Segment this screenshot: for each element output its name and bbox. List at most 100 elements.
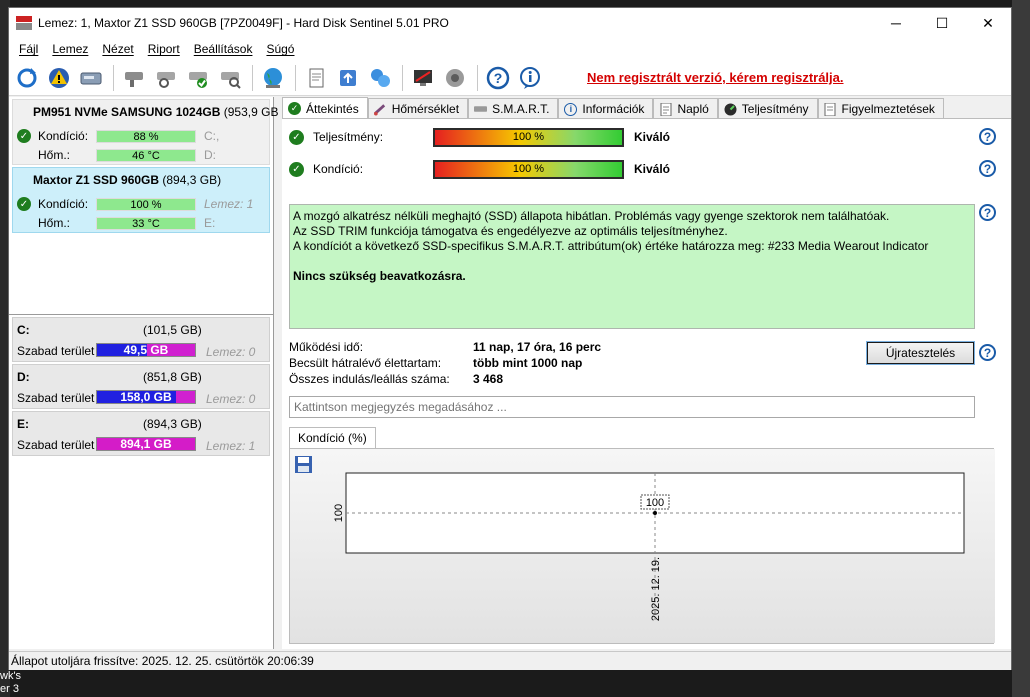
maximize-button[interactable]: ☐	[919, 8, 965, 38]
drive-letters: E:	[204, 216, 216, 230]
help-icon[interactable]: ?	[979, 204, 996, 221]
performance-label: Teljesítmény:	[313, 130, 384, 144]
health-bar: 100 %	[433, 159, 624, 179]
disk-test-icon[interactable]	[151, 63, 181, 93]
y-tick-label: 100	[333, 504, 345, 522]
disk-icon	[474, 103, 488, 116]
disk-tool-icon[interactable]	[119, 63, 149, 93]
condition-chart: 100 100 2025. 12. 19.	[333, 472, 965, 623]
network-icon[interactable]	[365, 63, 395, 93]
toolbar-separator	[295, 64, 296, 91]
warning-doc-icon	[824, 102, 837, 116]
log-icon	[659, 102, 672, 116]
temperature-label: Hőm.:	[38, 148, 71, 162]
disk-number: Lemez: 1	[206, 439, 256, 453]
check-icon: ✓	[17, 197, 31, 211]
tab-information[interactable]: i Információk	[558, 98, 654, 119]
toolbar-separator	[252, 64, 253, 91]
performance-icon	[724, 103, 737, 116]
volume-card-e[interactable]: E: (894,3 GB) Szabad terület 894,1 GB Le…	[12, 411, 270, 456]
menu-view[interactable]: Nézet	[95, 42, 140, 56]
tab-overview[interactable]: ✓ Áttekintés	[282, 97, 368, 119]
report-icon[interactable]	[301, 63, 331, 93]
toolbar: ? Nem regisztrált verzió, kérem regisztr…	[9, 60, 1011, 96]
thermometer-icon	[373, 103, 387, 116]
temperature-label: Hőm.:	[38, 216, 71, 230]
toolbar-separator	[113, 64, 114, 91]
refresh-icon[interactable]	[12, 63, 42, 93]
note-input[interactable]	[289, 396, 975, 418]
free-space-label: Szabad terület	[17, 438, 95, 452]
help-icon[interactable]: ?	[979, 160, 996, 177]
desktop-icon-label[interactable]: wk's er 3	[0, 670, 60, 696]
condition-label: Kondíció:	[38, 197, 89, 211]
disk-check-icon[interactable]	[183, 63, 213, 93]
free-space-bar: 894,1 GB	[96, 437, 196, 451]
status-bar: Állapot utoljára frissítve: 2025. 12. 25…	[9, 651, 1011, 670]
startstop-row: Összes indulás/leállás száma: 3 468	[289, 372, 504, 386]
performance-rating: Kiváló	[634, 130, 671, 144]
globe-icon[interactable]	[258, 63, 288, 93]
disk-name: PM951 NVMe SAMSUNG 1024GB (953,9 GB	[33, 105, 279, 119]
drive-letters: D:	[204, 148, 216, 162]
toolbar-separator	[477, 64, 478, 91]
performance-bar: 100 %	[433, 127, 624, 147]
health-label: Kondíció:	[313, 162, 364, 176]
svg-text:?: ?	[494, 70, 503, 86]
tab-temperature[interactable]: Hőmérséklet	[367, 98, 469, 119]
x-tick-label: 2025. 12. 19.	[650, 557, 662, 621]
free-space-label: Szabad terület	[17, 344, 95, 358]
menu-report[interactable]: Riport	[141, 42, 187, 56]
check-icon: ✓	[289, 161, 304, 177]
uptime-row: Működési idő: 11 nap, 17 óra, 16 perc	[289, 340, 602, 354]
info-icon: i	[564, 102, 578, 116]
info-icon[interactable]	[515, 63, 545, 93]
help-icon[interactable]: ?	[979, 344, 996, 361]
close-button[interactable]: ✕	[965, 8, 1011, 38]
tab-smart[interactable]: S.M.A.R.T.	[468, 98, 559, 119]
disk-number: Lemez: 0	[206, 345, 256, 359]
app-icon	[16, 16, 32, 30]
menu-settings[interactable]: Beállítások	[187, 42, 260, 56]
alert-disk-icon[interactable]	[44, 63, 74, 93]
menu-disk[interactable]: Lemez	[45, 42, 95, 56]
volume-letter: D:	[17, 370, 30, 384]
menu-file[interactable]: Fájl	[12, 42, 45, 56]
save-icon[interactable]	[295, 456, 312, 473]
register-link[interactable]: Nem regisztrált verzió, kérem regisztrál…	[587, 70, 844, 85]
chart-tab-condition[interactable]: Kondíció (%)	[289, 427, 376, 449]
retest-button[interactable]: Újratesztelés	[866, 341, 975, 365]
tab-log[interactable]: Napló	[653, 98, 718, 119]
volume-card-d[interactable]: D: (851,8 GB) Szabad terület 158,0 GB Le…	[12, 364, 270, 409]
data-label: 100	[646, 497, 664, 509]
check-icon: ✓	[17, 129, 31, 143]
app-window: Lemez: 1, Maxtor Z1 SSD 960GB [7PZ0049F]…	[8, 7, 1012, 670]
speaker-icon[interactable]	[440, 63, 470, 93]
volume-card-c[interactable]: C: (101,5 GB) Szabad terület 49,5 GB Lem…	[12, 317, 270, 362]
disk-card-selected[interactable]: Maxtor Z1 SSD 960GB (894,3 GB) ✓ Kondíci…	[12, 167, 270, 233]
health-row: ✓ Kondíció: 100 % Kiváló	[289, 159, 670, 179]
disk-sidebar: PM951 NVMe SAMSUNG 1024GB (953,9 GB ✓ Ko…	[9, 97, 278, 649]
backup-icon[interactable]	[333, 63, 363, 93]
disk-scan-icon[interactable]	[215, 63, 245, 93]
help-icon[interactable]: ?	[979, 128, 996, 145]
overview-panel: ✓ Teljesítmény: 100 % Kiváló ? ✓ Kondíci…	[282, 118, 1011, 649]
menu-help[interactable]: Súgó	[259, 42, 301, 56]
check-icon: ✓	[288, 102, 301, 115]
menu-bar: Fájl Lemez Nézet Riport Beállítások Súgó	[9, 38, 1011, 60]
title-bar[interactable]: Lemez: 1, Maxtor Z1 SSD 960GB [7PZ0049F]…	[9, 8, 1011, 38]
minimize-button[interactable]: ─	[873, 8, 919, 38]
tab-performance[interactable]: Teljesítmény	[717, 98, 818, 119]
help-icon[interactable]: ?	[483, 63, 513, 93]
performance-row: ✓ Teljesítmény: 100 % Kiváló	[289, 127, 670, 147]
data-point	[653, 511, 657, 515]
status-description: A mozgó alkatrész nélküli meghajtó (SSD)…	[289, 204, 975, 329]
volume-size: (894,3 GB)	[143, 417, 202, 431]
drive-letters: C:,	[204, 129, 220, 143]
disk-info-icon[interactable]	[76, 63, 106, 93]
tab-warnings[interactable]: Figyelmeztetések	[817, 98, 944, 119]
monitor-icon[interactable]	[408, 63, 438, 93]
condition-label: Kondíció:	[38, 129, 89, 143]
lifetime-row: Becsült hátralévő élettartam: több mint …	[289, 356, 583, 370]
disk-card[interactable]: PM951 NVMe SAMSUNG 1024GB (953,9 GB ✓ Ko…	[12, 99, 278, 165]
